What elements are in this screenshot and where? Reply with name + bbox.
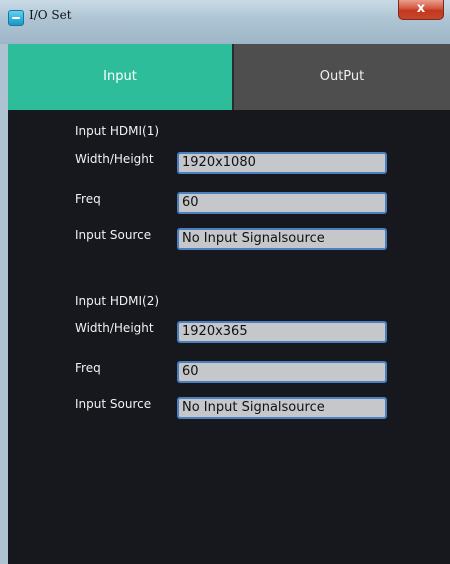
close-button[interactable]: x xyxy=(398,0,444,20)
width-height-label-hdmi1: Width/Height xyxy=(75,152,154,166)
input-source-field-hdmi2[interactable]: No Input Signalsource xyxy=(177,397,387,419)
input-source-label-hdmi2: Input Source xyxy=(75,397,152,411)
window-title: I/O Set xyxy=(29,8,72,22)
section-header-hdmi2: Input HDMI(2) xyxy=(75,294,160,308)
freq-field-hdmi1[interactable]: 60 xyxy=(177,192,387,214)
io-set-window: I/O Set x Input OutPut Input HDMI(1) Wid… xyxy=(0,0,450,564)
freq-field-hdmi2[interactable]: 60 xyxy=(177,361,387,383)
freq-label-hdmi1: Freq xyxy=(75,192,101,206)
input-source-label-hdmi1: Input Source xyxy=(75,228,152,242)
width-height-field-hdmi1[interactable]: 1920x1080 xyxy=(177,152,387,174)
window-frame-edge xyxy=(0,44,8,564)
tab-output[interactable]: OutPut xyxy=(232,44,450,110)
input-source-field-hdmi1[interactable]: No Input Signalsource xyxy=(177,228,387,250)
section-header-hdmi1: Input HDMI(1) xyxy=(75,124,160,138)
io-settings-panel: Input OutPut Input HDMI(1) Width/Height … xyxy=(8,44,450,564)
width-height-field-hdmi2[interactable]: 1920x365 xyxy=(177,321,387,343)
app-icon xyxy=(8,10,24,26)
tab-bar: Input OutPut xyxy=(8,44,450,110)
width-height-label-hdmi2: Width/Height xyxy=(75,321,154,335)
tab-input[interactable]: Input xyxy=(8,44,232,110)
title-bar[interactable]: I/O Set x xyxy=(0,0,450,45)
freq-label-hdmi2: Freq xyxy=(75,361,101,375)
